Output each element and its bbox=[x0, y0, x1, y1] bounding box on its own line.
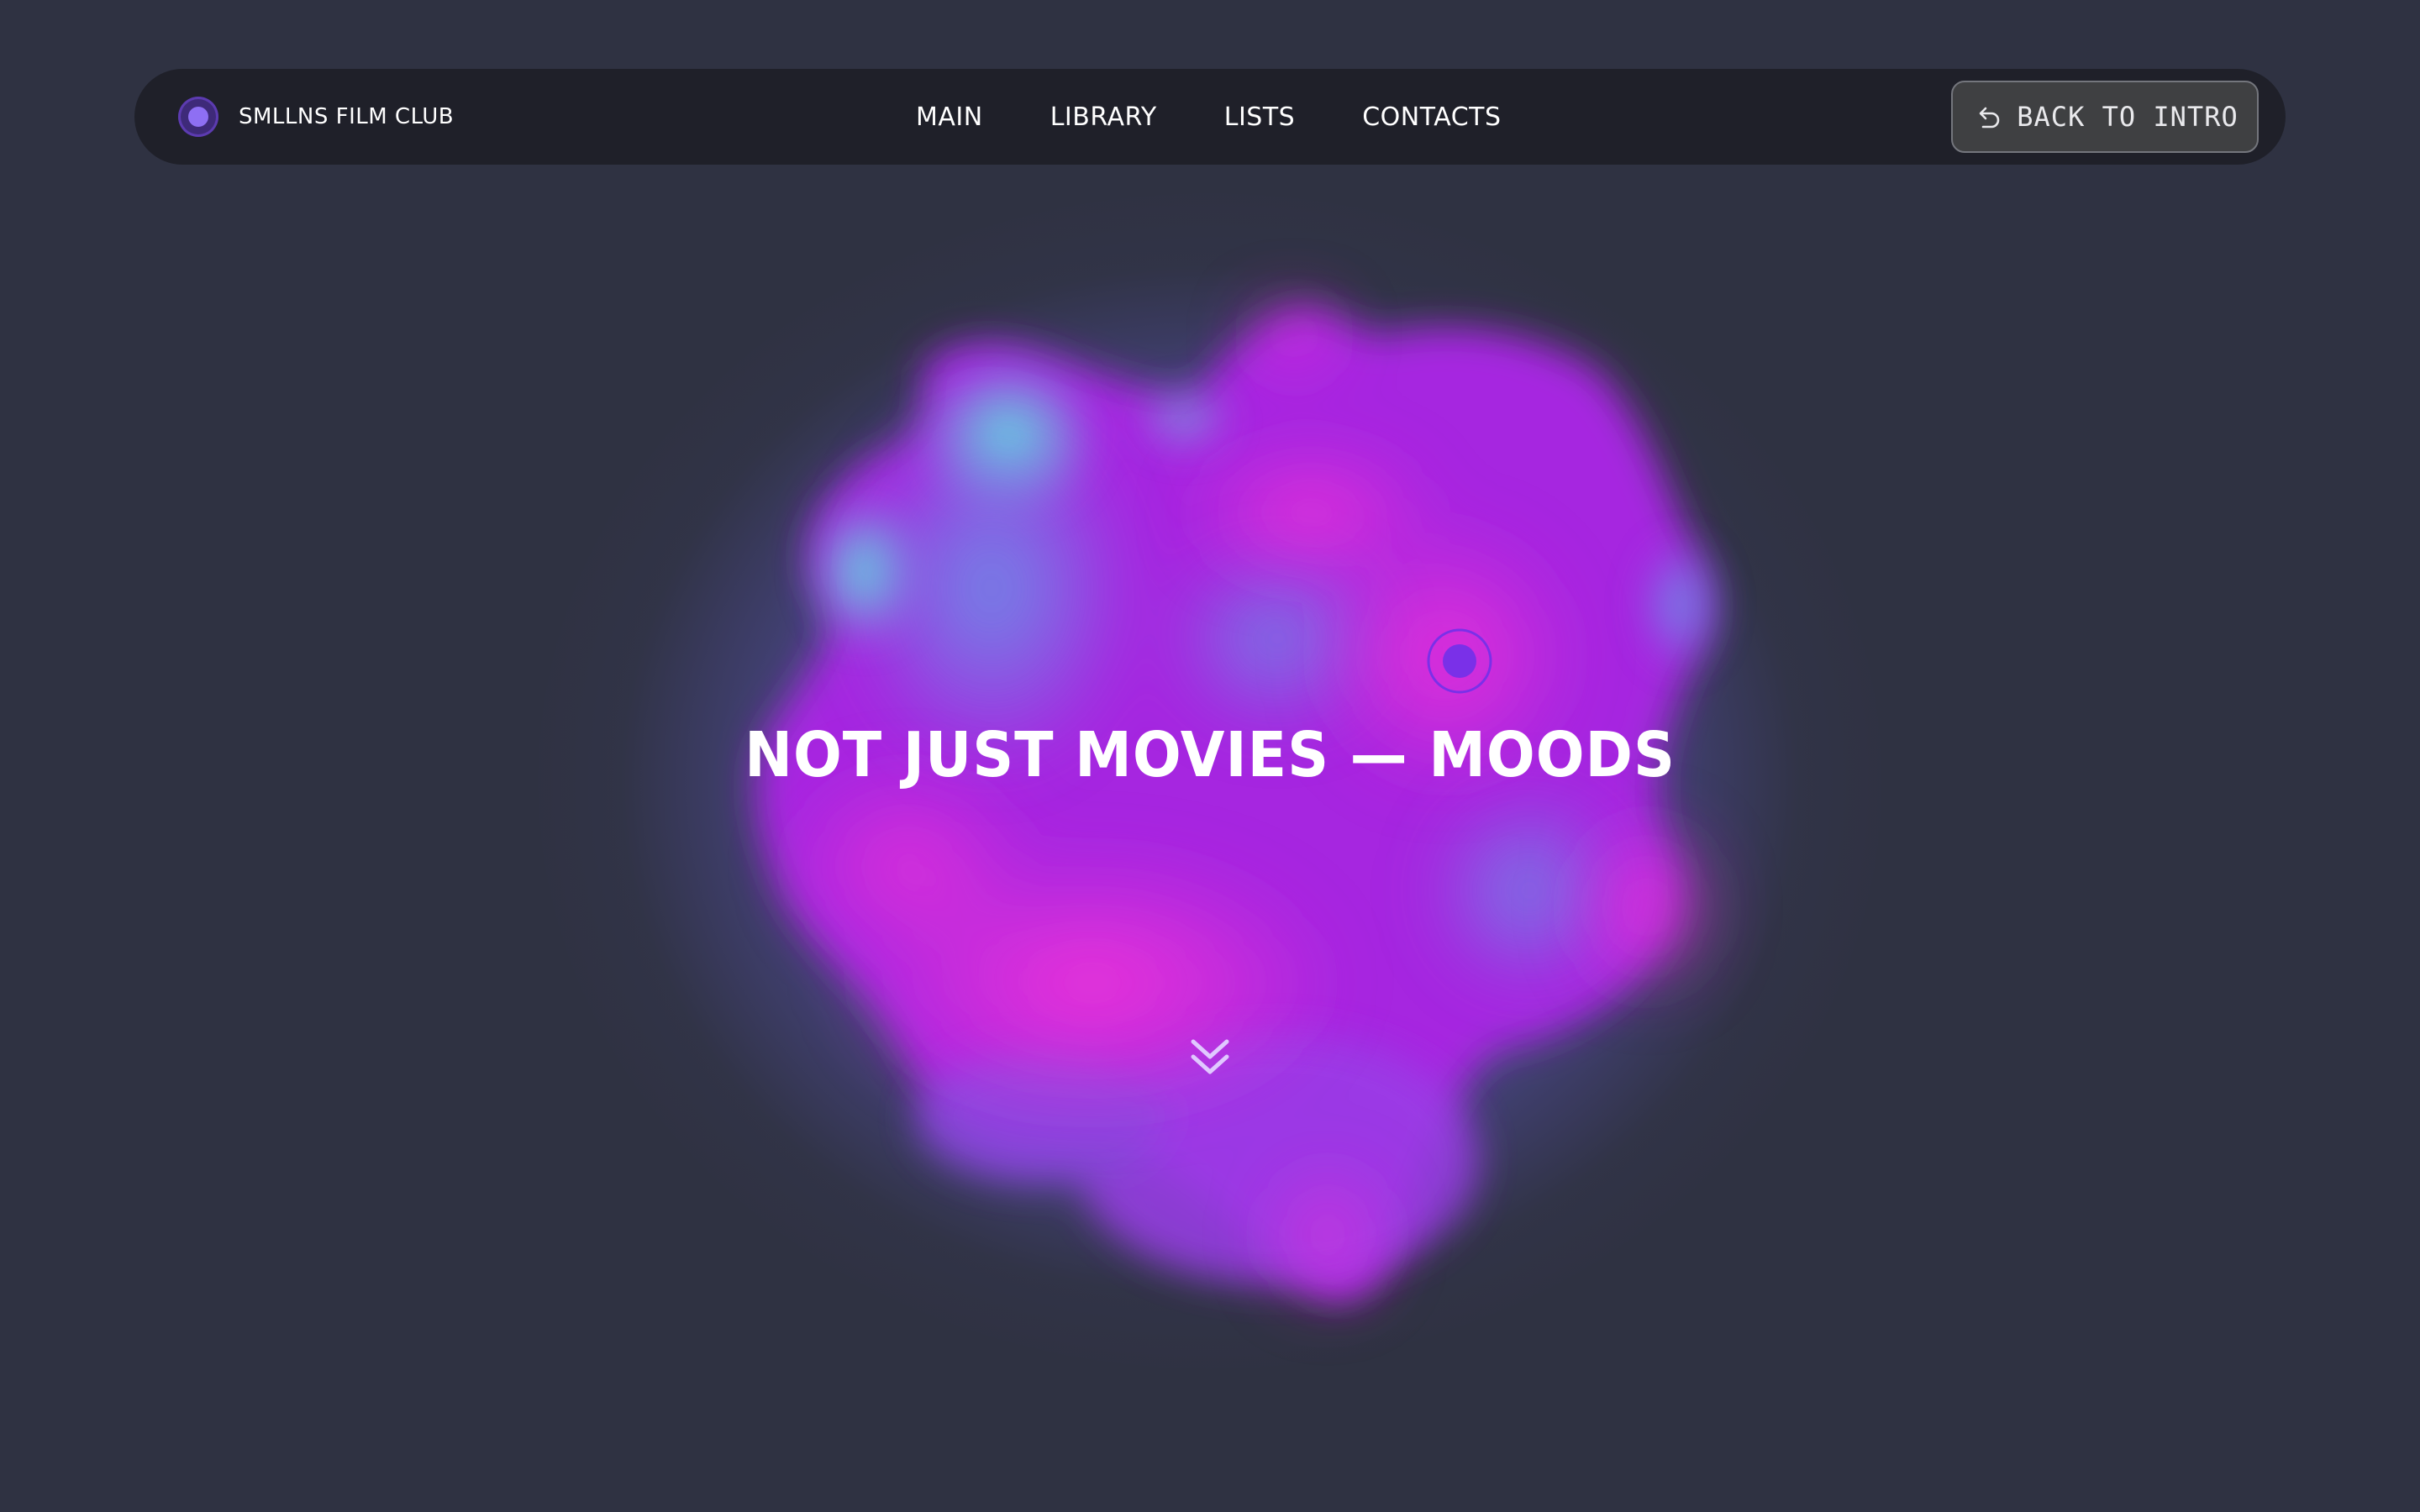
main-nav: MAIN LIBRARY LISTS CONTACTS bbox=[916, 69, 1502, 165]
chevrons-down-icon[interactable] bbox=[1190, 1037, 1230, 1079]
nav-link-library[interactable]: LIBRARY bbox=[1050, 102, 1157, 132]
brand-name: SMLLNS FILM CLUB bbox=[239, 104, 455, 129]
top-navbar: SMLLNS FILM CLUB MAIN LIBRARY LISTS CONT… bbox=[134, 69, 2286, 165]
brand[interactable]: SMLLNS FILM CLUB bbox=[178, 69, 454, 165]
undo-arrow-icon bbox=[1971, 100, 2005, 134]
hero-title: NOT JUST MOVIES — MOODS bbox=[744, 719, 1676, 791]
back-to-intro-button[interactable]: BACK TO INTRO bbox=[1951, 81, 2259, 153]
hero-section: NOT JUST MOVIES — MOODS bbox=[0, 0, 2420, 1512]
nav-link-lists[interactable]: LISTS bbox=[1224, 102, 1295, 132]
nav-link-contacts[interactable]: CONTACTS bbox=[1362, 102, 1501, 132]
nav-link-main[interactable]: MAIN bbox=[916, 102, 983, 132]
back-to-intro-label: BACK TO INTRO bbox=[2017, 101, 2238, 133]
brand-dot-icon bbox=[178, 97, 218, 137]
target-icon bbox=[1427, 628, 1492, 694]
